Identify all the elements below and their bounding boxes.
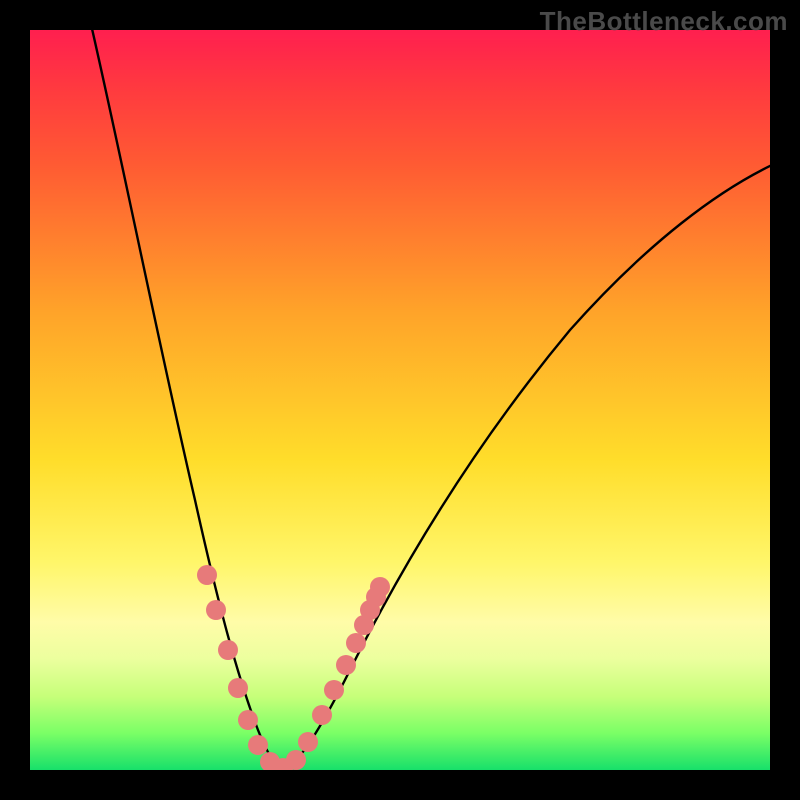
highlight-left [197,565,293,770]
watermark-text: TheBottleneck.com [540,6,788,37]
curve-left-branch [90,30,283,770]
bottleneck-curve [30,30,770,770]
highlight-right [286,577,390,770]
curve-right-branch [283,165,770,770]
chart-frame [30,30,770,770]
